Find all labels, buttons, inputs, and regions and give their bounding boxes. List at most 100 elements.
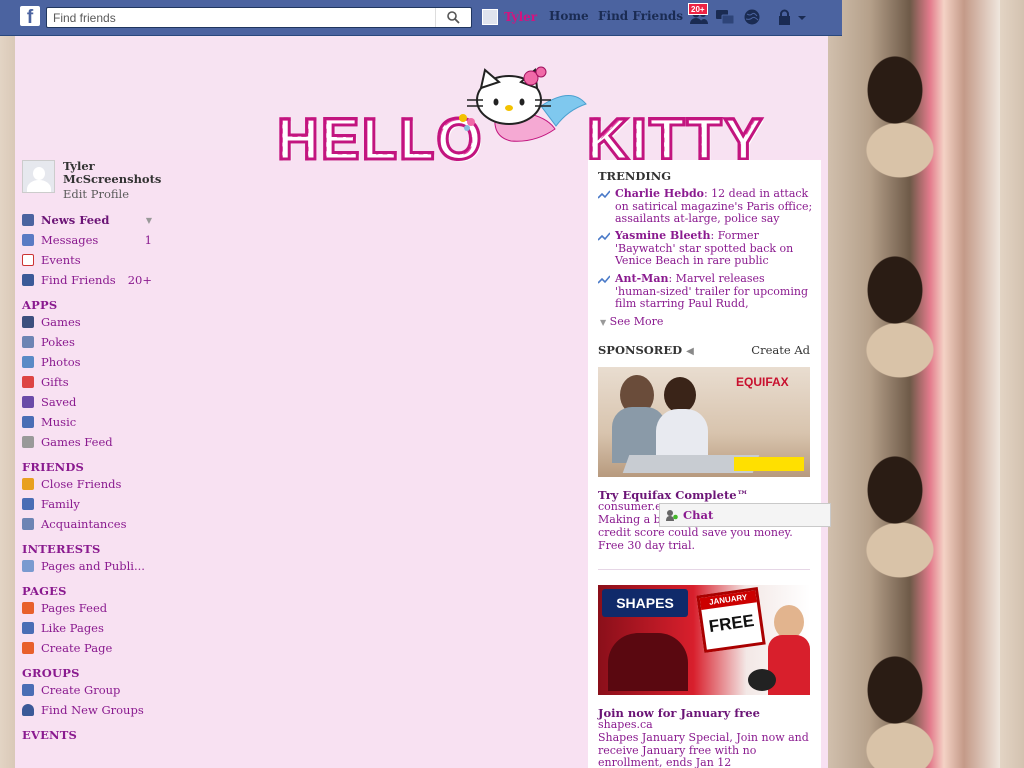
profile-summary[interactable]: Tyler McScreenshots Edit Profile [22,160,161,201]
sidebar-item-family[interactable]: Family [15,494,158,514]
ad-text: credit score could save you money. Free … [598,526,793,552]
sidebar-item-like-pages[interactable]: Like Pages [15,618,158,638]
pokes-icon [22,336,34,348]
chat-tab[interactable]: Chat [659,503,831,527]
find-friends-link[interactable]: Find Friends [598,9,683,23]
trending-item[interactable]: Charlie Hebdo: 12 dead in attack on sati… [598,187,813,226]
find-groups-icon [22,704,34,716]
sidebar-item-label: Photos [41,355,81,369]
edit-profile-link[interactable]: Edit Profile [63,187,159,201]
trending-topic[interactable]: Ant-Man [615,272,668,285]
sidebar-item-pages-and-public-figures[interactable]: Pages and Publi... [15,556,158,576]
find-friends-icon [22,274,34,286]
sidebar-item-news-feed[interactable]: News Feed ▼ [15,210,158,230]
games-feed-icon [22,436,34,448]
messages-icon [22,234,34,246]
search-icon [447,11,460,24]
hello-kitty-banner: HELLO KITTY [15,36,828,176]
trending-arrow-icon [598,275,610,284]
trending-arrow-icon [598,232,610,241]
sidebar-item-close-friends[interactable]: Close Friends [15,474,158,494]
like-pages-icon [22,622,34,634]
sidebar-item-label: Gifts [41,375,69,389]
trending-item[interactable]: Yasmine Bleeth: Former 'Baywatch' star s… [598,229,813,268]
section-groups: GROUPS [22,666,80,680]
family-icon [22,498,34,510]
create-group-icon [22,684,34,696]
trending-item[interactable]: Ant-Man: Marvel releases 'human-sized' t… [598,272,813,311]
sidebar-item-label: Messages [41,233,99,247]
news-feed-icon [22,214,34,226]
sidebar-item-find-new-groups[interactable]: Find New Groups [15,700,158,720]
sidebar-item-games-feed[interactable]: Games Feed [15,432,158,452]
saved-icon [22,396,34,408]
privacy-lock-icon[interactable] [776,9,806,27]
sidebar-item-label: Games Feed [41,435,113,449]
trending-arrow-icon [598,190,610,199]
sidebar-item-label: News Feed [41,213,110,227]
equifax-ad-image[interactable]: EQUIFAX [598,367,810,477]
section-friends: FRIENDS [22,460,85,474]
see-more-link[interactable]: ▼ See More [600,315,663,328]
notifications-globe-icon[interactable] [742,8,762,26]
sidebar-item-games[interactable]: Games [15,312,158,332]
messages-count: 1 [144,233,152,247]
profile-picture[interactable] [22,160,55,193]
trending-title: TRENDING [598,169,672,183]
shapes-ad-image[interactable]: SHAPES JANUARY FREE [598,585,810,695]
sidebar-item-create-page[interactable]: Create Page [15,638,158,658]
sidebar-item-music[interactable]: Music [15,412,158,432]
left-sidebar: Tyler McScreenshots Edit Profile News Fe… [15,150,161,768]
sidebar-item-events[interactable]: Events [15,250,158,270]
sidebar-item-label: Events [41,253,81,267]
search-button[interactable] [435,8,471,27]
games-icon [22,316,34,328]
sidebar-item-label: Like Pages [41,621,104,635]
photos-icon [22,356,34,368]
chevron-down-icon: ▼ [600,318,607,327]
sidebar-item-saved[interactable]: Saved [15,392,158,412]
pages-feed-icon [22,602,34,614]
sidebar-item-gifts[interactable]: Gifts [15,372,158,392]
sidebar-item-messages[interactable]: Messages 1 [15,230,158,250]
sidebar-item-label: Music [41,415,77,429]
home-link[interactable]: Home [549,9,589,23]
right-column: TRENDING Charlie Hebdo: 12 dead in attac… [588,160,821,768]
events-icon [22,254,34,266]
sidebar-item-pages-feed[interactable]: Pages Feed [15,598,158,618]
acquaintances-icon [22,518,34,530]
sidebar-item-photos[interactable]: Photos [15,352,158,372]
sidebar-item-find-friends[interactable]: Find Friends 20+ [15,270,158,290]
sidebar-item-acquaintances[interactable]: Acquaintances [15,514,158,534]
create-ad-link[interactable]: Create Ad [751,343,810,357]
sidebar-item-label: Pages Feed [41,601,108,615]
facebook-logo[interactable]: f [20,6,40,26]
profile-link[interactable]: Tyler [482,9,537,25]
trending-topic[interactable]: Charlie Hebdo [615,187,704,200]
chat-label: Chat [683,508,714,522]
notification-badge: 20+ [688,3,708,15]
sidebar-item-label: Family [41,497,80,511]
search-input[interactable] [47,8,427,27]
megaphone-icon: ◀ [686,346,694,357]
pages-list-icon [22,560,34,572]
see-more-label: See More [609,315,664,328]
sidebar-item-create-group[interactable]: Create Group [15,680,158,700]
ad-domain: shapes.ca [598,718,653,731]
shapes-logo: SHAPES [602,589,688,617]
section-events: EVENTS [22,728,78,742]
section-pages: PAGES [22,584,67,598]
sponsored-title: SPONSORED ◀ [598,343,694,357]
profile-name[interactable]: Tyler McScreenshots [63,160,161,186]
find-friends-count: 20+ [127,273,152,287]
divider [598,569,810,570]
sidebar-item-pokes[interactable]: Pokes [15,332,158,352]
section-interests: INTERESTS [22,542,101,556]
trending-topic[interactable]: Yasmine Bleeth [615,229,711,242]
gifts-icon [22,376,34,388]
messages-icon[interactable] [715,8,735,26]
chevron-down-icon[interactable]: ▼ [146,215,152,225]
sidebar-item-label: Acquaintances [41,517,127,531]
close-friends-icon [22,478,34,490]
chat-status-icon [666,510,678,521]
